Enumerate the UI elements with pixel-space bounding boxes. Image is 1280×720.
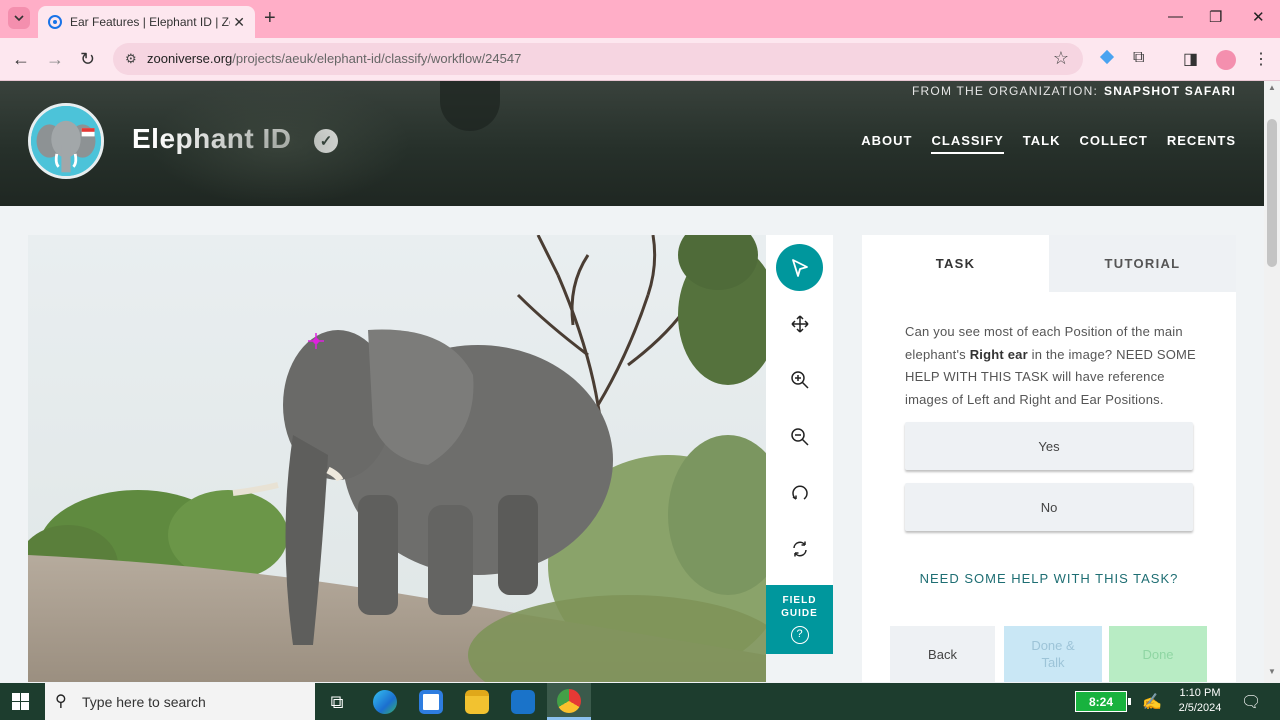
tab-title: Ear Features | Elephant ID | Zoo <box>70 15 230 29</box>
answer-no-button[interactable]: No <box>905 483 1193 531</box>
zoom-in-button[interactable] <box>776 356 823 403</box>
microsoft-store-icon[interactable] <box>419 690 443 714</box>
notification-icon[interactable]: 🗨 <box>1241 692 1261 712</box>
organization-link[interactable]: SNAPSHOT SAFARI <box>1104 84 1236 98</box>
elephant-logo-icon <box>31 106 101 176</box>
zoom-out-icon <box>790 427 809 446</box>
move-icon <box>790 314 809 333</box>
taskbar-clock[interactable]: 1:10 PM 2/5/2024 <box>1168 686 1232 716</box>
reset-button[interactable] <box>776 525 823 572</box>
forward-arrow-icon[interactable]: → <box>46 49 64 69</box>
organization-label: FROM THE ORGANIZATION: SNAPSHOT SAFARI <box>912 84 1236 98</box>
done-button[interactable]: Done <box>1109 626 1207 682</box>
nav-recents[interactable]: RECENTS <box>1167 133 1236 154</box>
task-question: Can you see most of each Position of the… <box>905 324 1196 407</box>
back-arrow-icon[interactable]: ← <box>12 49 30 69</box>
reload-icon[interactable]: ↻ <box>80 49 95 69</box>
more-menu-icon[interactable]: ⋮ <box>1253 49 1269 69</box>
done-and-talk-button[interactable]: Done & Talk <box>1004 626 1102 682</box>
browser-tab-active[interactable]: Ear Features | Elephant ID | Zoo ✕ <box>38 6 255 38</box>
back-button[interactable]: Back <box>890 626 995 682</box>
search-icon: ⚲ <box>55 693 67 710</box>
nav-about[interactable]: ABOUT <box>861 133 912 154</box>
image-tools <box>766 235 833 585</box>
project-header: Elephant ID ✓ FROM THE ORGANIZATION: SNAP… <box>0 81 1264 206</box>
bookmark-star-icon[interactable]: ☆ <box>1053 48 1069 69</box>
taskbar-search-box[interactable]: ⚲ Type here to search <box>45 683 315 720</box>
page-scrollbar[interactable]: ▲ ▼ <box>1264 81 1280 683</box>
rotate-icon <box>791 485 808 500</box>
project-nav: ABOUT CLASSIFY TALK COLLECT RECENTS <box>861 133 1236 154</box>
project-title: Elephant ID <box>132 123 292 154</box>
help-link[interactable]: NEED SOME HELP WITH THIS TASK? <box>862 571 1236 586</box>
battery-indicator[interactable]: 8:24 <box>1075 691 1131 712</box>
field-guide-label: FIELD GUIDE <box>781 595 818 619</box>
zoom-out-button[interactable] <box>776 413 823 460</box>
chrome-taskbar-item[interactable] <box>547 683 591 720</box>
restore-icon[interactable]: ❐ <box>1209 8 1222 26</box>
extensions-puzzle-icon[interactable]: ⧉ <box>1133 49 1144 67</box>
help-circle-icon: ? <box>790 626 809 644</box>
nav-talk[interactable]: TALK <box>1023 133 1061 154</box>
rotate-button[interactable] <box>776 469 823 516</box>
mail-icon[interactable] <box>511 690 535 714</box>
scroll-up-icon[interactable]: ▲ <box>1268 83 1276 92</box>
close-window-icon[interactable]: ✕ <box>1252 8 1265 26</box>
side-panel-icon[interactable]: ◨ <box>1183 49 1198 69</box>
pointer-tool-button[interactable] <box>776 244 823 291</box>
pointer-icon <box>791 258 808 277</box>
reset-icon <box>792 541 807 556</box>
taskbar-search-placeholder: Type here to search <box>82 694 206 710</box>
chrome-icon <box>557 689 581 713</box>
task-panel: TASK TUTORIAL Can you see most of each P… <box>862 235 1236 682</box>
profile-avatar[interactable] <box>1216 50 1236 70</box>
close-tab-icon[interactable]: ✕ <box>233 14 245 31</box>
scroll-thumb[interactable] <box>1267 119 1277 267</box>
zooniverse-favicon-icon <box>48 15 62 29</box>
nav-classify[interactable]: CLASSIFY <box>931 133 1004 154</box>
answer-yes-button[interactable]: Yes <box>905 422 1193 470</box>
field-guide-button[interactable]: FIELD GUIDE ? <box>766 585 833 654</box>
nav-collect[interactable]: COLLECT <box>1079 133 1147 154</box>
tab-tutorial[interactable]: TUTORIAL <box>1049 235 1236 292</box>
edge-browser-icon[interactable] <box>373 690 397 714</box>
verified-badge-icon: ✓ <box>314 129 338 153</box>
browser-tab-bar: Ear Features | Elephant ID | Zoo ✕ + — ❐… <box>0 0 1280 38</box>
project-avatar[interactable] <box>28 103 104 179</box>
task-view-icon[interactable]: ⧉ <box>325 690 349 714</box>
subject-image[interactable] <box>28 235 766 682</box>
tab-task[interactable]: TASK <box>862 235 1049 292</box>
new-tab-button[interactable]: + <box>264 8 276 28</box>
zoom-in-icon <box>790 370 809 389</box>
extension-diamond-icon[interactable] <box>1099 49 1115 70</box>
elephant-photo <box>28 235 766 682</box>
file-explorer-icon[interactable] <box>465 690 489 714</box>
windows-start-icon[interactable] <box>12 693 29 710</box>
browser-toolbar: ← → ↻ ⚙ zooniverse.org/projects/aeuk/ele… <box>0 38 1280 81</box>
site-settings-icon[interactable]: ⚙ <box>125 51 137 67</box>
minimize-icon[interactable]: — <box>1168 8 1183 25</box>
windows-taskbar: ⚲ Type here to search ⧉ 8:24 ✍ 1:10 PM 2/… <box>0 683 1280 720</box>
pen-icon[interactable]: ✍ <box>1142 692 1162 712</box>
address-bar[interactable]: ⚙ zooniverse.org/projects/aeuk/elephant-… <box>113 43 1083 75</box>
chevron-down-icon <box>14 15 24 22</box>
scroll-down-icon[interactable]: ▼ <box>1268 667 1276 676</box>
tab-search-button[interactable] <box>8 7 30 29</box>
move-tool-button[interactable] <box>776 300 823 347</box>
url-text: zooniverse.org/projects/aeuk/elephant-id… <box>147 51 522 66</box>
